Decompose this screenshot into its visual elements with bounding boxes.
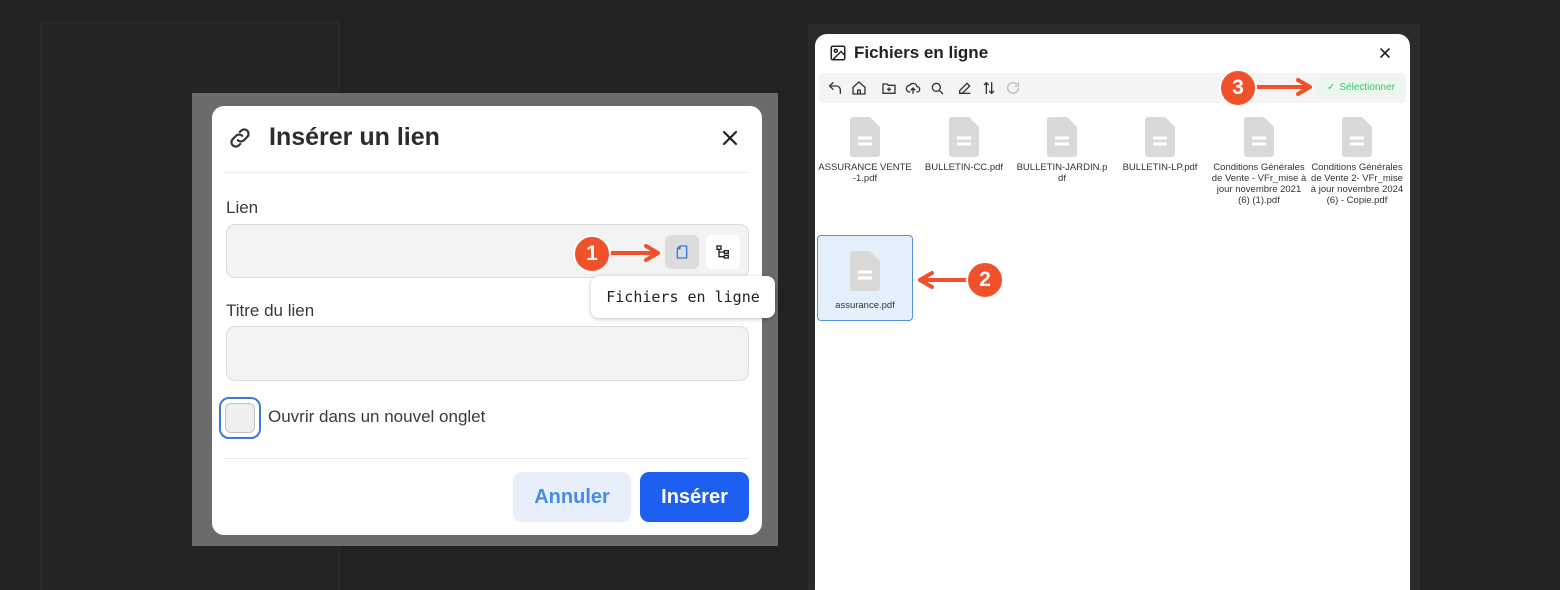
upload-icon[interactable] bbox=[905, 80, 921, 96]
file-item[interactable]: Conditions Générales de Vente 2- VFr_mis… bbox=[1309, 116, 1405, 206]
image-icon bbox=[830, 45, 846, 61]
file-browser-button[interactable] bbox=[665, 235, 699, 269]
link-icon bbox=[230, 128, 250, 148]
file-item-selected[interactable]: assurance.pdf bbox=[817, 235, 913, 321]
file-item[interactable]: BULLETIN-CC.pdf bbox=[916, 116, 1012, 173]
annotation-badge-3: 3 bbox=[1219, 69, 1257, 107]
file-pdf-icon bbox=[850, 251, 880, 291]
divider bbox=[224, 458, 750, 459]
new-tab-checkbox[interactable] bbox=[225, 403, 255, 433]
link-input[interactable] bbox=[226, 224, 749, 278]
close-icon[interactable] bbox=[718, 126, 742, 150]
annotation-badge-2: 2 bbox=[966, 261, 1004, 299]
new-folder-icon[interactable] bbox=[881, 80, 897, 96]
file-pdf-icon bbox=[949, 117, 979, 157]
file-pdf-icon bbox=[1244, 117, 1274, 157]
cancel-button[interactable]: Annuler bbox=[513, 472, 631, 522]
edit-icon[interactable] bbox=[957, 80, 973, 96]
file-name: Conditions Générales de Vente - VFr_mise… bbox=[1211, 162, 1307, 206]
file-pdf-icon bbox=[850, 117, 880, 157]
file-browser-tooltip: Fichiers en ligne bbox=[591, 276, 775, 318]
file-item[interactable]: Conditions Générales de Vente - VFr_mise… bbox=[1211, 116, 1307, 206]
link-title-label: Titre du lien bbox=[226, 301, 315, 320]
file-item[interactable]: BULLETIN-JARDIN.pdf bbox=[1014, 116, 1110, 184]
undo-icon[interactable] bbox=[827, 80, 843, 96]
file-browser-icon bbox=[676, 245, 688, 259]
file-name: Conditions Générales de Vente 2- VFr_mis… bbox=[1310, 162, 1404, 206]
annotation-badge-1: 1 bbox=[573, 235, 611, 273]
close-icon[interactable] bbox=[1377, 45, 1393, 61]
annotation-arrow-2 bbox=[918, 271, 972, 289]
file-item[interactable]: BULLETIN-LP.pdf bbox=[1112, 116, 1208, 173]
home-icon[interactable] bbox=[851, 80, 867, 96]
new-tab-label: Ouvrir dans un nouvel onglet bbox=[268, 407, 486, 426]
file-pdf-icon bbox=[1047, 117, 1077, 157]
dialog-title: Insérer un lien bbox=[269, 123, 440, 151]
select-button-label: Sélectionner bbox=[1339, 82, 1395, 93]
divider bbox=[224, 172, 750, 173]
link-label: Lien bbox=[226, 198, 259, 217]
dialog-header: Insérer un lien bbox=[212, 106, 762, 172]
file-browser-title: Fichiers en ligne bbox=[854, 43, 989, 62]
file-name: assurance.pdf bbox=[835, 300, 895, 311]
select-button[interactable]: ✓ Sélectionner bbox=[1317, 78, 1405, 97]
refresh-icon[interactable] bbox=[1005, 80, 1021, 96]
tree-button[interactable] bbox=[706, 235, 740, 269]
sort-icon[interactable] bbox=[981, 80, 997, 96]
file-item[interactable]: ASSURANCE VENTE-1.pdf bbox=[817, 116, 913, 184]
annotation-arrow-1 bbox=[606, 244, 660, 262]
file-browser-dialog: Fichiers en ligne ✓ Sélectionner ASSURAN… bbox=[815, 34, 1410, 590]
tree-icon bbox=[716, 245, 729, 259]
insert-link-dialog: Insérer un lien Lien Titre du lien Ouvri… bbox=[212, 106, 762, 535]
file-name: BULLETIN-CC.pdf bbox=[924, 162, 1004, 173]
insert-button[interactable]: Insérer bbox=[640, 472, 749, 522]
file-name: ASSURANCE VENTE-1.pdf bbox=[818, 162, 912, 184]
search-icon[interactable] bbox=[929, 80, 945, 96]
file-name: BULLETIN-LP.pdf bbox=[1122, 162, 1198, 173]
file-pdf-icon bbox=[1342, 117, 1372, 157]
link-title-input[interactable] bbox=[226, 326, 749, 381]
annotation-arrow-3 bbox=[1252, 78, 1312, 96]
check-icon: ✓ bbox=[1327, 82, 1336, 93]
file-name: BULLETIN-JARDIN.pdf bbox=[1016, 162, 1108, 184]
file-pdf-icon bbox=[1145, 117, 1175, 157]
